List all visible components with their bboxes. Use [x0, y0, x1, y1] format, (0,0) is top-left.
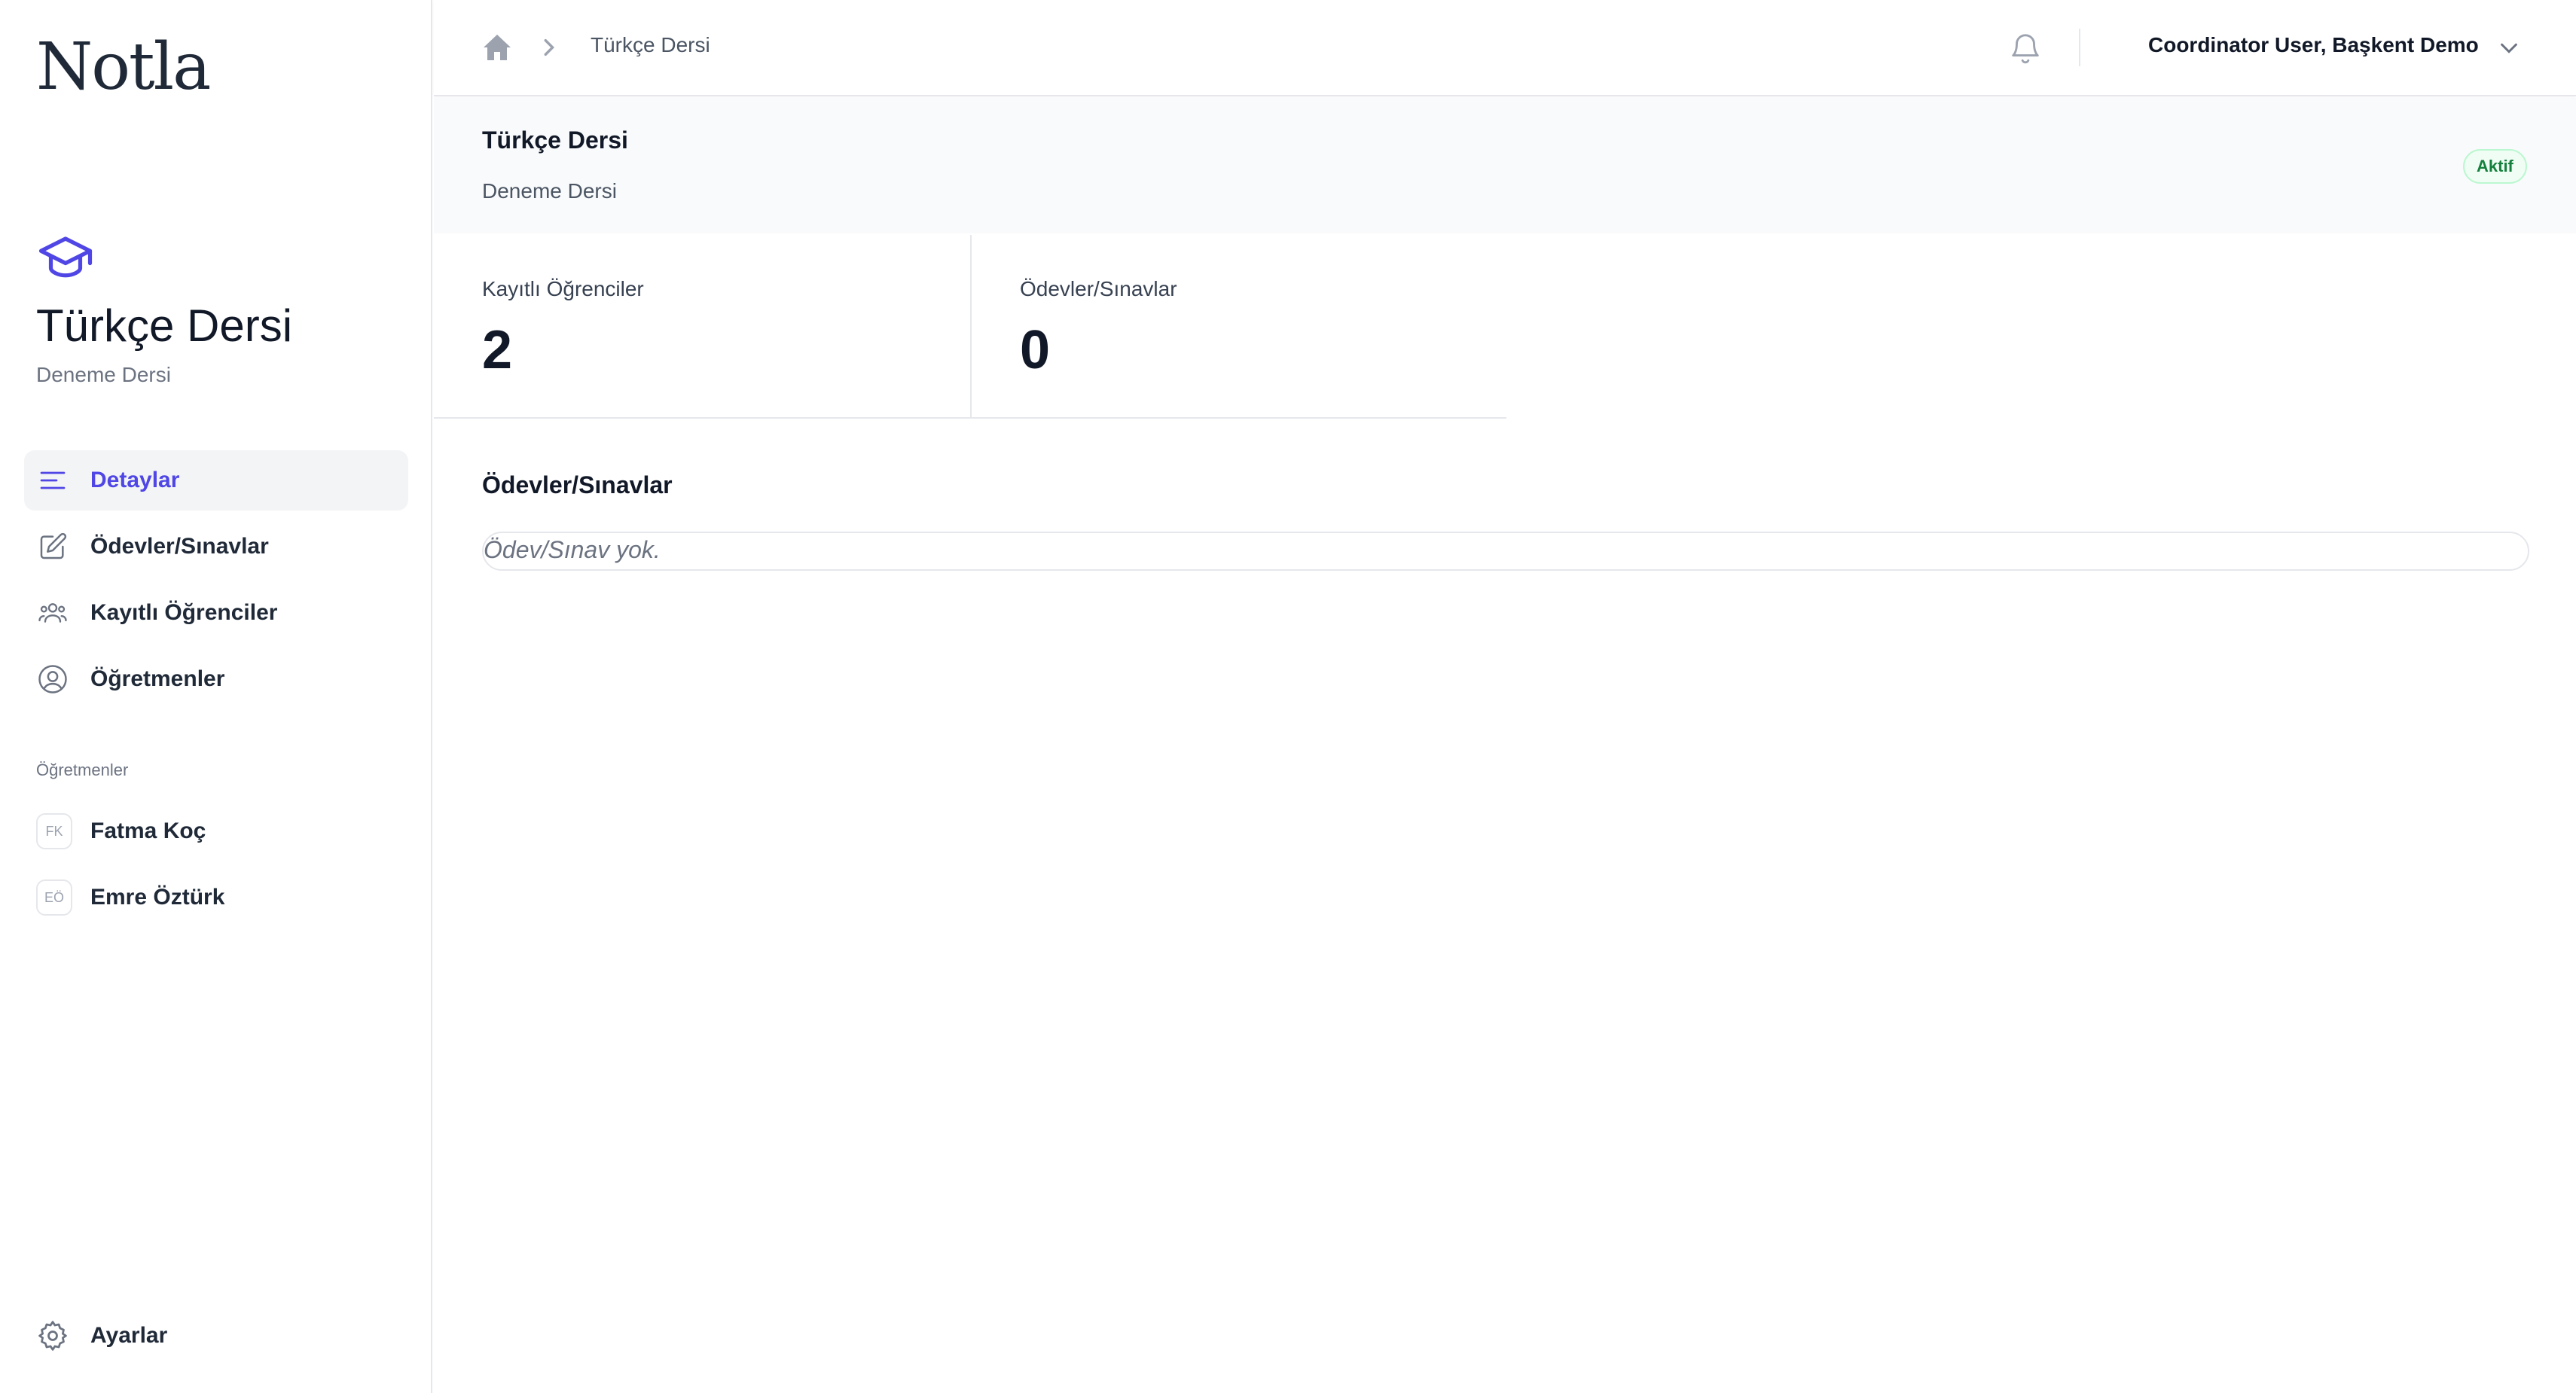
teacher-item[interactable]: EÖ Emre Öztürk [24, 867, 408, 928]
bell-icon[interactable] [2008, 30, 2043, 66]
sidebar-item-students[interactable]: Kayıtlı Öğrenciler [24, 583, 408, 643]
menu-lines-icon [36, 464, 69, 497]
teacher-name: Fatma Koç [90, 818, 206, 843]
avatar: FK [36, 813, 72, 849]
users-icon [36, 596, 69, 629]
empty-message: Ödev/Sınav yok. [484, 536, 661, 563]
teacher-name: Emre Öztürk [90, 885, 225, 910]
app-logo[interactable]: Notla [36, 35, 211, 99]
stat-value: 0 [1020, 320, 1051, 380]
sidebar-item-label: Kayıtlı Öğrenciler [90, 600, 278, 625]
chevron-down-icon[interactable] [2498, 36, 2520, 59]
top-bar: Türkçe Dersi Coordinator User, Başkent D… [434, 0, 2576, 96]
stat-label: Ödevler/Sınavlar [1020, 277, 1177, 300]
sidebar-item-label: Ödevler/Sınavlar [90, 534, 269, 559]
stat-card-assignments: Ödevler/Sınavlar 0 [970, 235, 1506, 417]
assignments-empty-state: Ödev/Sınav yok. [482, 532, 2529, 571]
graduation-cap-icon [38, 236, 93, 278]
teachers-list: FK Fatma Koç EÖ Emre Öztürk [24, 801, 408, 934]
page-title: Türkçe Dersi [482, 126, 628, 154]
status-badge: Aktif [2463, 149, 2527, 184]
stat-value: 2 [482, 320, 513, 380]
sidebar-item-label: Öğretmenler [90, 666, 225, 691]
breadcrumb[interactable]: Türkçe Dersi [591, 33, 710, 57]
user-menu-button[interactable]: Coordinator User, Başkent Demo [2148, 33, 2479, 57]
settings-label: Ayarlar [90, 1323, 168, 1348]
sidebar-item-details[interactable]: Detaylar [24, 450, 408, 511]
stat-card-students: Kayıtlı Öğrenciler 2 [434, 235, 970, 417]
sidebar-nav: Detaylar Ödevler/Sınavlar Kayıtlı Öğrenc… [24, 450, 408, 715]
user-circle-icon [36, 663, 69, 696]
sidebar-item-assignments[interactable]: Ödevler/Sınavlar [24, 517, 408, 577]
sidebar-item-teachers[interactable]: Öğretmenler [24, 649, 408, 709]
course-title: Türkçe Dersi [36, 300, 293, 351]
stats-row: Kayıtlı Öğrenciler 2 Ödevler/Sınavlar 0 [434, 235, 1506, 419]
sidebar-item-label: Detaylar [90, 468, 180, 492]
stat-label: Kayıtlı Öğrenciler [482, 277, 644, 300]
avatar: EÖ [36, 879, 72, 916]
settings-link[interactable]: Ayarlar [36, 1319, 167, 1352]
assignments-heading: Ödevler/Sınavlar [482, 471, 673, 498]
gear-icon [38, 1321, 67, 1351]
course-header: Türkçe Dersi Deneme Dersi Aktif [434, 98, 2576, 233]
divider [2079, 29, 2080, 66]
course-subtitle: Deneme Dersi [36, 363, 171, 386]
chevron-right-icon [544, 38, 555, 56]
edit-icon [36, 530, 69, 563]
page-subtitle: Deneme Dersi [482, 179, 617, 203]
teacher-item[interactable]: FK Fatma Koç [24, 801, 408, 861]
sidebar: Notla Türkçe Dersi Deneme Dersi Detaylar… [0, 0, 432, 1393]
home-icon[interactable] [482, 33, 512, 62]
teachers-section-label: Öğretmenler [36, 761, 129, 779]
